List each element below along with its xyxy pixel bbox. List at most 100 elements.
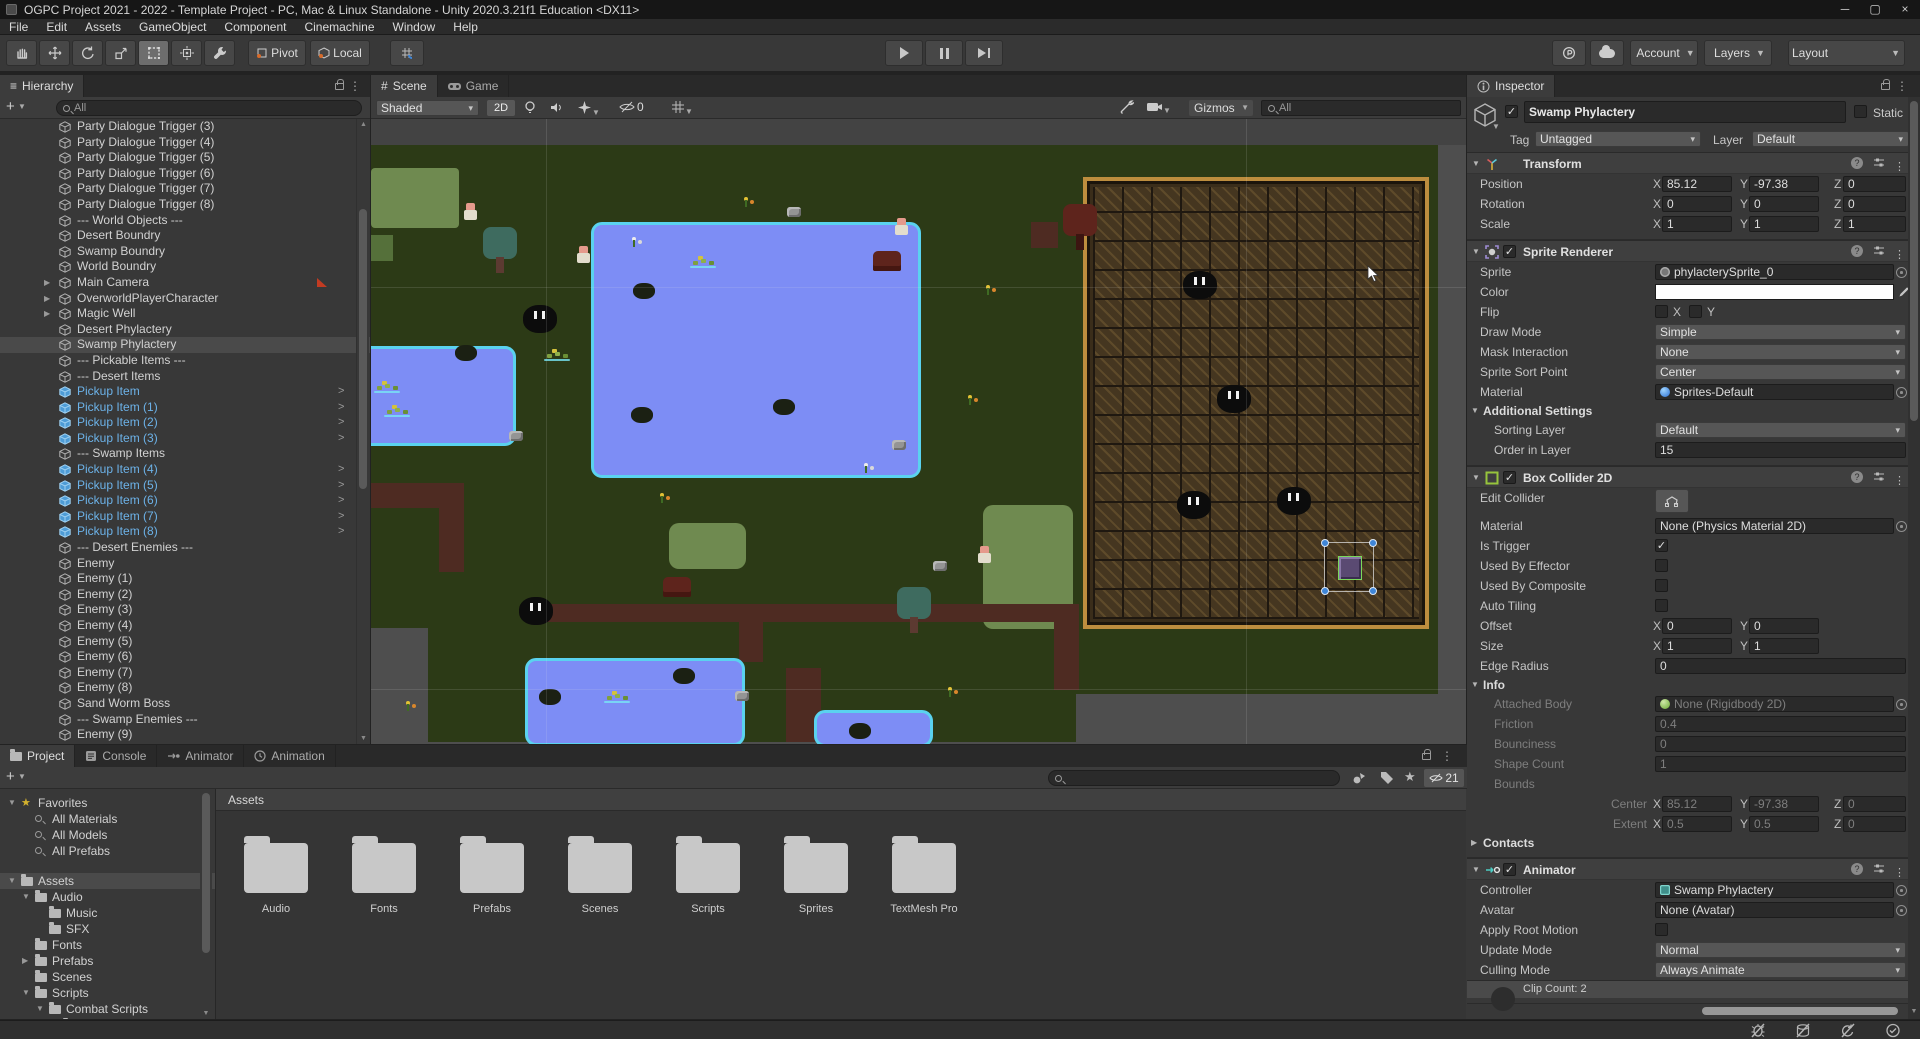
close-button[interactable]: × xyxy=(1890,0,1920,19)
tree-item-music[interactable]: Music xyxy=(0,905,215,921)
center-z-input[interactable]: 0 xyxy=(1843,796,1906,812)
bounciness-input[interactable]: 0 xyxy=(1655,736,1906,752)
hierarchy-item-pickup-item-4-[interactable]: Pickup Item (4)> xyxy=(0,462,370,478)
local-button[interactable]: Local xyxy=(310,40,370,66)
friction-input[interactable]: 0.4 xyxy=(1655,716,1906,732)
tree-item-fonts[interactable]: Fonts xyxy=(0,937,215,953)
play-button[interactable] xyxy=(885,40,923,66)
scene-tools-button[interactable] xyxy=(1119,100,1134,118)
tag-dropdown[interactable]: Untagged xyxy=(1535,131,1701,147)
foldout-arrow-icon[interactable]: ▼ xyxy=(1471,402,1479,420)
tab-animator[interactable]: Animator xyxy=(157,745,244,767)
scale-tool-button[interactable] xyxy=(105,40,136,66)
size-x-input[interactable]: 1 xyxy=(1662,638,1732,654)
edge-radius-input[interactable]: 0 xyxy=(1655,658,1906,674)
menu-window[interactable]: Window xyxy=(384,19,445,35)
selection-handle[interactable] xyxy=(1369,539,1377,547)
add-object-button[interactable]: + xyxy=(6,98,15,115)
scale-y-input[interactable]: 1 xyxy=(1749,216,1819,232)
hierarchy-item-main-camera[interactable]: ▶Main Camera xyxy=(0,275,370,291)
hierarchy-item--pickable-items-[interactable]: --- Pickable Items --- xyxy=(0,353,370,369)
tree-item-main-systems[interactable]: Main Systems xyxy=(0,1017,215,1019)
prefab-open-chevron-icon[interactable]: > xyxy=(338,524,344,540)
selection-handle[interactable] xyxy=(1369,587,1377,595)
step-button[interactable] xyxy=(965,40,1003,66)
hierarchy-item-sand-worm-boss[interactable]: Sand Worm Boss xyxy=(0,696,370,712)
prefab-open-chevron-icon[interactable]: > xyxy=(338,462,344,478)
ok-icon[interactable] xyxy=(1885,1023,1901,1039)
expand-arrow-icon[interactable]: ▼ xyxy=(8,795,16,811)
menu-gameobject[interactable]: GameObject xyxy=(130,19,215,35)
material-object-field[interactable]: Sprites-Default xyxy=(1655,384,1894,400)
pause-button[interactable] xyxy=(925,40,963,66)
hierarchy-item-enemy-1-[interactable]: Enemy (1) xyxy=(0,571,370,587)
scene-audio-toggle[interactable] xyxy=(549,100,564,118)
mask-interaction-dropdown[interactable]: None xyxy=(1655,344,1906,360)
kebab-menu-icon[interactable]: ⋮ xyxy=(1896,79,1908,93)
component-enabled-checkbox[interactable]: ✓ xyxy=(1503,245,1516,258)
maximize-button[interactable]: ▢ xyxy=(1860,0,1890,19)
position-z-input[interactable]: 0 xyxy=(1843,176,1906,192)
tree-item-all-prefabs[interactable]: All Prefabs xyxy=(0,843,215,859)
debugger-off-icon[interactable] xyxy=(1750,1023,1766,1039)
rotation-z-input[interactable]: 0 xyxy=(1843,196,1906,212)
prefab-open-chevron-icon[interactable]: > xyxy=(338,400,344,416)
hierarchy-item-pickup-item-7-[interactable]: Pickup Item (7)> xyxy=(0,509,370,525)
expand-arrow-icon[interactable]: ▼ xyxy=(8,873,16,889)
tab-project[interactable]: Project xyxy=(0,745,75,767)
tree-item-sfx[interactable]: SFX xyxy=(0,921,215,937)
tree-item-all-models[interactable]: All Models xyxy=(0,827,215,843)
hierarchy-item--swamp-enemies-[interactable]: --- Swamp Enemies --- xyxy=(0,712,370,728)
tree-item-all-materials[interactable]: All Materials xyxy=(0,811,215,827)
center-x-input[interactable]: 85.12 xyxy=(1662,796,1732,812)
hierarchy-item--desert-items[interactable]: --- Desert Items xyxy=(0,369,370,385)
static-checkbox[interactable] xyxy=(1854,105,1867,118)
foldout-arrow-icon[interactable]: ▼ xyxy=(1471,676,1479,694)
hierarchy-item-desert-boundry[interactable]: Desert Boundry xyxy=(0,228,370,244)
custom-tool-button[interactable] xyxy=(204,40,235,66)
hierarchy-item-pickup-item-1-[interactable]: Pickup Item (1)> xyxy=(0,400,370,416)
gameobject-enabled-checkbox[interactable]: ✓ xyxy=(1505,105,1518,118)
edit-collider-button[interactable] xyxy=(1655,489,1689,513)
hierarchy-item-enemy-5-[interactable]: Enemy (5) xyxy=(0,634,370,650)
sorting-layer-dropdown[interactable]: Default xyxy=(1655,422,1906,438)
refresh-off-icon[interactable] xyxy=(1840,1023,1856,1039)
prefab-open-chevron-icon[interactable]: > xyxy=(338,431,344,447)
kebab-menu-icon[interactable]: ⋮ xyxy=(1441,749,1453,763)
extent-y-input[interactable]: 0.5 xyxy=(1749,816,1819,832)
hierarchy-item-magic-well[interactable]: ▶Magic Well xyxy=(0,306,370,322)
hierarchy-item-pickup-item-2-[interactable]: Pickup Item (2)> xyxy=(0,415,370,431)
foldout-arrow-icon[interactable]: ▼ xyxy=(1472,153,1480,175)
menu-edit[interactable]: Edit xyxy=(37,19,76,35)
shape-count-input[interactable]: 1 xyxy=(1655,756,1906,772)
hierarchy-item-overworldplayercharacter[interactable]: ▶OverworldPlayerCharacter xyxy=(0,291,370,307)
hierarchy-item-world-boundry[interactable]: World Boundry xyxy=(0,259,370,275)
object-picker-icon[interactable] xyxy=(1896,905,1907,916)
expand-arrow-icon[interactable]: ▼ xyxy=(22,889,30,905)
flip-x-checkbox[interactable] xyxy=(1655,305,1668,318)
component-header-sprite-renderer[interactable]: ▼✓Sprite Renderer?⋮ xyxy=(1467,240,1908,262)
sprite-sort-point-dropdown[interactable]: Center xyxy=(1655,364,1906,380)
cache-off-icon[interactable] xyxy=(1795,1023,1811,1039)
tab-console[interactable]: Console xyxy=(75,745,157,767)
hierarchy-item-enemy-2-[interactable]: Enemy (2) xyxy=(0,587,370,603)
hierarchy-item-party-dialogue-trigger-7-[interactable]: Party Dialogue Trigger (7) xyxy=(0,181,370,197)
lock-icon[interactable] xyxy=(335,83,344,90)
center-y-input[interactable]: -97.38 xyxy=(1749,796,1819,812)
layers-dropdown[interactable]: Layers▼ xyxy=(1704,40,1772,66)
favorites-filter-icon[interactable]: ★ xyxy=(1404,769,1416,785)
offset-x-input[interactable]: 0 xyxy=(1662,618,1732,634)
hand-tool-button[interactable] xyxy=(6,40,37,66)
culling-mode-dropdown[interactable]: Always Animate xyxy=(1655,962,1906,978)
object-picker-icon[interactable] xyxy=(1896,267,1907,278)
lock-icon[interactable] xyxy=(1422,753,1431,760)
prefab-open-chevron-icon[interactable]: > xyxy=(338,509,344,525)
menu-cinemachine[interactable]: Cinemachine xyxy=(295,19,383,35)
scene-visibility-toggle[interactable]: 0 xyxy=(619,100,644,114)
object-picker-icon[interactable] xyxy=(1896,387,1907,398)
package-filter-icon[interactable] xyxy=(1352,771,1367,788)
hierarchy-item-enemy-9-[interactable]: Enemy (9) xyxy=(0,727,370,743)
scene-viewport[interactable] xyxy=(371,119,1466,744)
update-mode-dropdown[interactable]: Normal xyxy=(1655,942,1906,958)
tab-inspector[interactable]: Inspector xyxy=(1467,75,1555,97)
